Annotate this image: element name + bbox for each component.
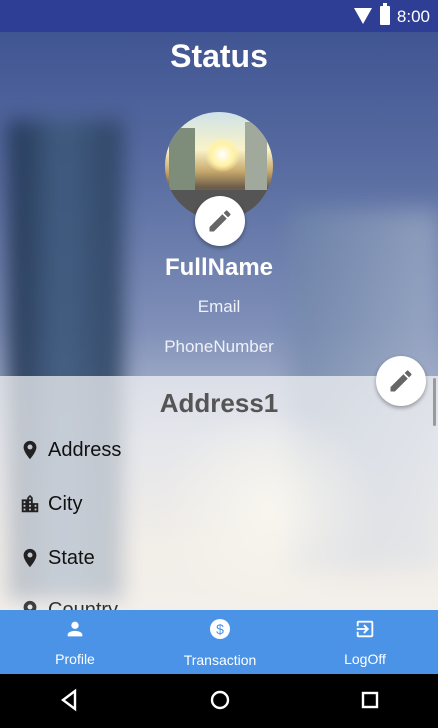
address-title: Address1 [159,388,279,418]
location-pin-icon [18,598,42,610]
address-label: Address [48,438,122,461]
city-icon [18,492,42,516]
nav-transaction[interactable]: $ Transaction [170,610,270,674]
pencil-icon [206,207,234,235]
status-bar: 8:00 [0,0,438,32]
nav-profile-label: Profile [55,650,95,667]
nav-transaction-label: Transaction [183,651,257,668]
svg-text:$: $ [216,621,224,637]
edit-address-button[interactable] [376,356,426,406]
pencil-icon [387,367,415,395]
country-label: Country [48,598,119,611]
android-navigation-bar [0,674,438,728]
city-label: City [48,492,83,515]
location-pin-icon [18,438,42,462]
recent-square-icon[interactable] [358,688,382,712]
status-time: 8:00 [396,7,430,26]
battery-icon [380,3,390,25]
page-title: Status [170,38,268,74]
phone-text: PhoneNumber [164,337,274,356]
nav-profile[interactable]: Profile [35,610,115,674]
dollar-icon: $ [208,617,232,646]
bottom-navigation: Profile $ Transaction LogOff [0,610,438,674]
home-circle-icon[interactable] [208,688,232,712]
wifi-icon [354,8,372,24]
address-row: Address [18,436,121,464]
back-triangle-icon[interactable] [58,688,82,712]
country-row: Country [18,596,118,610]
nav-logoff-label: LogOff [344,650,386,667]
nav-logoff[interactable]: LogOff [320,610,410,674]
scrollbar[interactable] [433,378,436,426]
edit-avatar-button[interactable] [195,196,245,246]
city-row: City [18,490,82,518]
state-label: State [48,546,95,569]
email-text: Email [197,297,241,316]
state-row: State [18,544,95,572]
logout-icon [354,618,376,645]
full-name: FullName [164,254,274,281]
address-panel: Address1 Address City State Country [0,376,438,610]
person-icon [64,618,86,645]
location-pin-icon [18,546,42,570]
